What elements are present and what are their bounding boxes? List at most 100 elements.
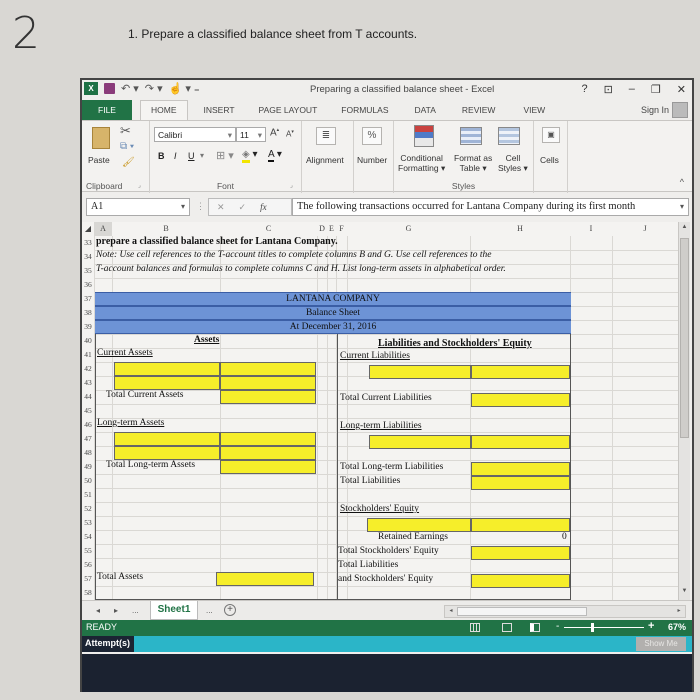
cells-icon[interactable]: ▣ (542, 127, 560, 143)
vertical-scroll-thumb[interactable] (680, 238, 689, 438)
undo-icon[interactable]: ↶ ▾ (121, 82, 139, 95)
zoom-out-icon[interactable]: - (556, 621, 559, 632)
name-box[interactable]: A1 ▾ (86, 198, 190, 216)
long-term-asset-title-2[interactable] (114, 446, 220, 460)
tab-review[interactable]: REVIEW (462, 105, 496, 115)
total-current-liabilities-value[interactable] (471, 393, 570, 407)
scroll-right-icon[interactable]: ▸ (674, 606, 684, 617)
increase-font-icon[interactable]: A▴ (270, 127, 279, 138)
prev-sheet-icon[interactable]: ◂ (96, 606, 100, 615)
scroll-left-icon[interactable]: ◂ (446, 606, 456, 617)
minimize-icon[interactable]: – (629, 83, 635, 96)
cell-styles-button[interactable]: Cell Styles ▾ (498, 153, 528, 173)
row-header-44[interactable]: 44 (82, 390, 94, 404)
row-header-36[interactable]: 36 (82, 278, 94, 292)
font-launcher-icon[interactable]: ⌟ (290, 182, 293, 189)
copy-icon[interactable]: ⧉ ▾ (120, 141, 134, 152)
underline-button[interactable]: U (188, 151, 195, 161)
restore-icon[interactable]: ❐ (651, 83, 661, 96)
row-header-50[interactable]: 50 (82, 474, 94, 488)
total-stockholders-equity-value[interactable] (471, 546, 570, 560)
format-as-table-icon[interactable] (460, 127, 482, 145)
format-as-table-button[interactable]: Format as Table ▾ (454, 153, 492, 173)
show-me-button[interactable]: Show Me (636, 637, 686, 651)
tab-view[interactable]: VIEW (523, 105, 545, 115)
long-term-asset-title-1[interactable] (114, 432, 220, 446)
col-header-b[interactable]: B (112, 222, 220, 236)
tab-data[interactable]: DATA (415, 105, 436, 115)
tab-insert[interactable]: INSERT (204, 105, 235, 115)
conditional-formatting-icon[interactable] (414, 125, 434, 147)
current-assets-label[interactable]: Current Assets (97, 348, 153, 358)
row-header-47[interactable]: 47 (82, 432, 94, 446)
total-assets-value[interactable] (216, 572, 314, 586)
total-long-term-assets-label[interactable]: Total Long-term Assets (106, 460, 195, 470)
row-header-43[interactable]: 43 (82, 376, 94, 390)
liabilities-header[interactable]: Liabilities and Stockholders' Equity (378, 338, 532, 349)
expand-formula-icon[interactable]: ▾ (680, 202, 684, 211)
collapse-ribbon-icon[interactable]: ^ (680, 177, 684, 187)
paste-button[interactable]: Paste (88, 155, 110, 165)
header-company[interactable]: LANTANA COMPANY (95, 292, 571, 306)
horizontal-scrollbar[interactable]: ◂ ▸ (444, 605, 686, 618)
tab-page-layout[interactable]: PAGE LAYOUT (259, 105, 318, 115)
long-term-asset-amount-1[interactable] (220, 432, 316, 446)
save-icon[interactable] (104, 83, 115, 94)
equity-amount-1[interactable] (471, 518, 570, 532)
total-liabilities-label[interactable]: Total Liabilities (340, 476, 400, 486)
paste-icon[interactable] (92, 127, 110, 149)
cancel-icon[interactable]: ✕ (217, 202, 225, 213)
insert-function-icon[interactable]: fx (260, 202, 267, 212)
stockholders-equity-label[interactable]: Stockholders' Equity (340, 504, 419, 514)
col-header-h[interactable]: H (470, 222, 570, 236)
sign-in-link[interactable]: Sign In (641, 102, 688, 118)
row-header-56[interactable]: 56 (82, 558, 94, 572)
touch-mode-icon[interactable]: ☝ ▾ ₌ (169, 82, 200, 95)
total-long-term-assets-value[interactable] (220, 460, 316, 474)
underline-dropdown-icon[interactable]: ▾ (200, 151, 204, 160)
row-header-49[interactable]: 49 (82, 460, 94, 474)
percent-icon[interactable]: % (362, 127, 382, 145)
row-header-39[interactable]: 39 (82, 320, 94, 334)
font-name-select[interactable]: Calibri ▾ (154, 127, 236, 142)
header-statement[interactable]: Balance Sheet (95, 306, 571, 320)
enter-icon[interactable]: ✓ (239, 202, 247, 213)
normal-view-icon[interactable] (470, 623, 480, 632)
row-header-54[interactable]: 54 (82, 530, 94, 544)
spreadsheet-grid[interactable]: ◢ A B C D E F G H I J 33 34 35 36 37 38 39 40 41… (82, 222, 678, 600)
row-header-58[interactable]: 58 (82, 586, 94, 600)
cell-styles-icon[interactable] (498, 127, 520, 145)
long-term-liability-amount-1[interactable] (471, 435, 570, 449)
col-header-j[interactable]: J (612, 222, 678, 236)
italic-button[interactable]: I (174, 151, 177, 161)
scroll-down-icon[interactable]: ▼ (680, 588, 689, 598)
number-button[interactable]: Number (357, 155, 387, 165)
row-header-53[interactable]: 53 (82, 516, 94, 530)
format-painter-icon[interactable]: 🖌 (122, 157, 135, 168)
ribbon-display-icon[interactable]: ⊡ (604, 83, 613, 96)
page-layout-view-icon[interactable] (502, 623, 512, 632)
name-box-dropdown-icon[interactable]: ▾ (181, 202, 185, 211)
borders-icon[interactable]: ⊞ ▾ (216, 149, 234, 162)
tab-file[interactable]: FILE (82, 100, 132, 120)
formula-input[interactable]: The following transactions occurred for … (292, 198, 689, 216)
next-sheet-icon[interactable]: ▸ (114, 606, 118, 615)
long-term-assets-label[interactable]: Long-term Assets (97, 418, 164, 428)
row-header-38[interactable]: 38 (82, 306, 94, 320)
current-liability-amount-1[interactable] (471, 365, 570, 379)
row-header-51[interactable]: 51 (82, 488, 94, 502)
page-break-view-icon[interactable] (530, 623, 540, 632)
equity-title-1[interactable] (367, 518, 471, 532)
zoom-slider[interactable] (564, 623, 644, 632)
row-header-42[interactable]: 42 (82, 362, 94, 376)
total-assets-label[interactable]: Total Assets (97, 572, 143, 582)
alignment-icon[interactable]: ≣ (316, 127, 336, 145)
total-current-assets-value[interactable] (220, 390, 316, 404)
col-header-g[interactable]: G (347, 222, 470, 236)
row-header-35[interactable]: 35 (82, 264, 94, 278)
col-header-f[interactable]: F (336, 222, 347, 236)
add-sheet-icon[interactable]: + (224, 604, 236, 616)
total-current-liabilities-label[interactable]: Total Current Liabilities (340, 393, 432, 403)
decrease-font-icon[interactable]: A▾ (286, 129, 294, 139)
row-header-41[interactable]: 41 (82, 348, 94, 362)
